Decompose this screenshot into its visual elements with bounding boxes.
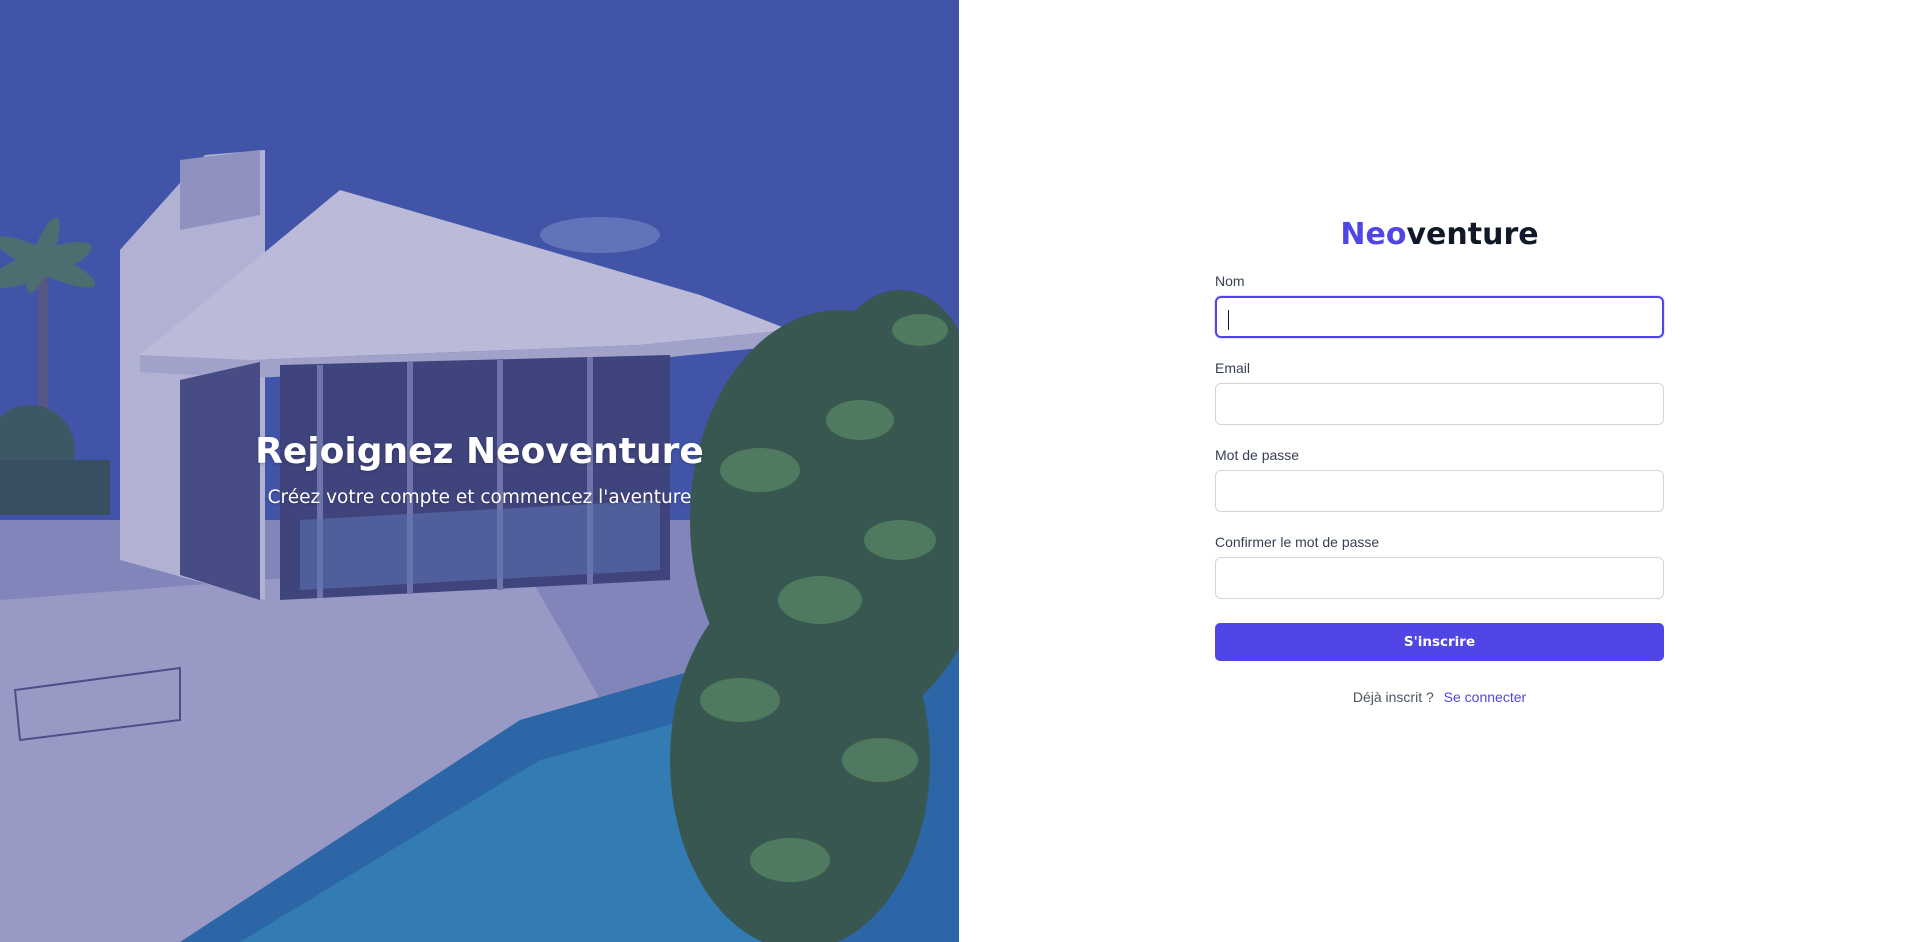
confirm-password-label: Confirmer le mot de passe <box>1215 534 1380 550</box>
signup-form: Neoventure Nom Email Mot de passe Confir… <box>1215 215 1664 705</box>
confirm-password-input[interactable] <box>1215 557 1664 599</box>
brand-logo-rest: venture <box>1406 217 1539 252</box>
email-field-group: Email <box>1215 360 1664 425</box>
password-field-group: Mot de passe <box>1215 447 1664 512</box>
form-panel: Neoventure Nom Email Mot de passe Confir… <box>959 0 1918 942</box>
name-label: Nom <box>1215 273 1245 289</box>
signin-prompt: Déjà inscrit ? <box>1352 689 1434 705</box>
brand-logo-accent: Neo <box>1340 217 1407 252</box>
text-caret <box>1228 310 1229 330</box>
hero-subtitle: Créez votre compte et commencez l'aventu… <box>267 487 692 508</box>
confirm-password-field-group: Confirmer le mot de passe <box>1215 534 1664 599</box>
name-input[interactable] <box>1215 296 1664 338</box>
email-label: Email <box>1215 360 1251 376</box>
signup-button[interactable]: S'inscrire <box>1215 623 1664 661</box>
name-field-group: Nom <box>1215 273 1664 338</box>
signin-link[interactable]: Se connecter <box>1444 689 1527 705</box>
brand-logo: Neoventure <box>1215 215 1664 255</box>
hero-panel: Rejoignez Neoventure Créez votre compte … <box>0 0 959 942</box>
email-input[interactable] <box>1215 383 1664 425</box>
hero-text: Rejoignez Neoventure Créez votre compte … <box>0 428 959 512</box>
password-label: Mot de passe <box>1215 447 1300 463</box>
signin-row: Déjà inscrit ? Se connecter <box>1215 689 1664 705</box>
hero-title: Rejoignez Neoventure <box>255 431 704 472</box>
password-input[interactable] <box>1215 470 1664 512</box>
signup-page: Rejoignez Neoventure Créez votre compte … <box>0 0 1918 942</box>
